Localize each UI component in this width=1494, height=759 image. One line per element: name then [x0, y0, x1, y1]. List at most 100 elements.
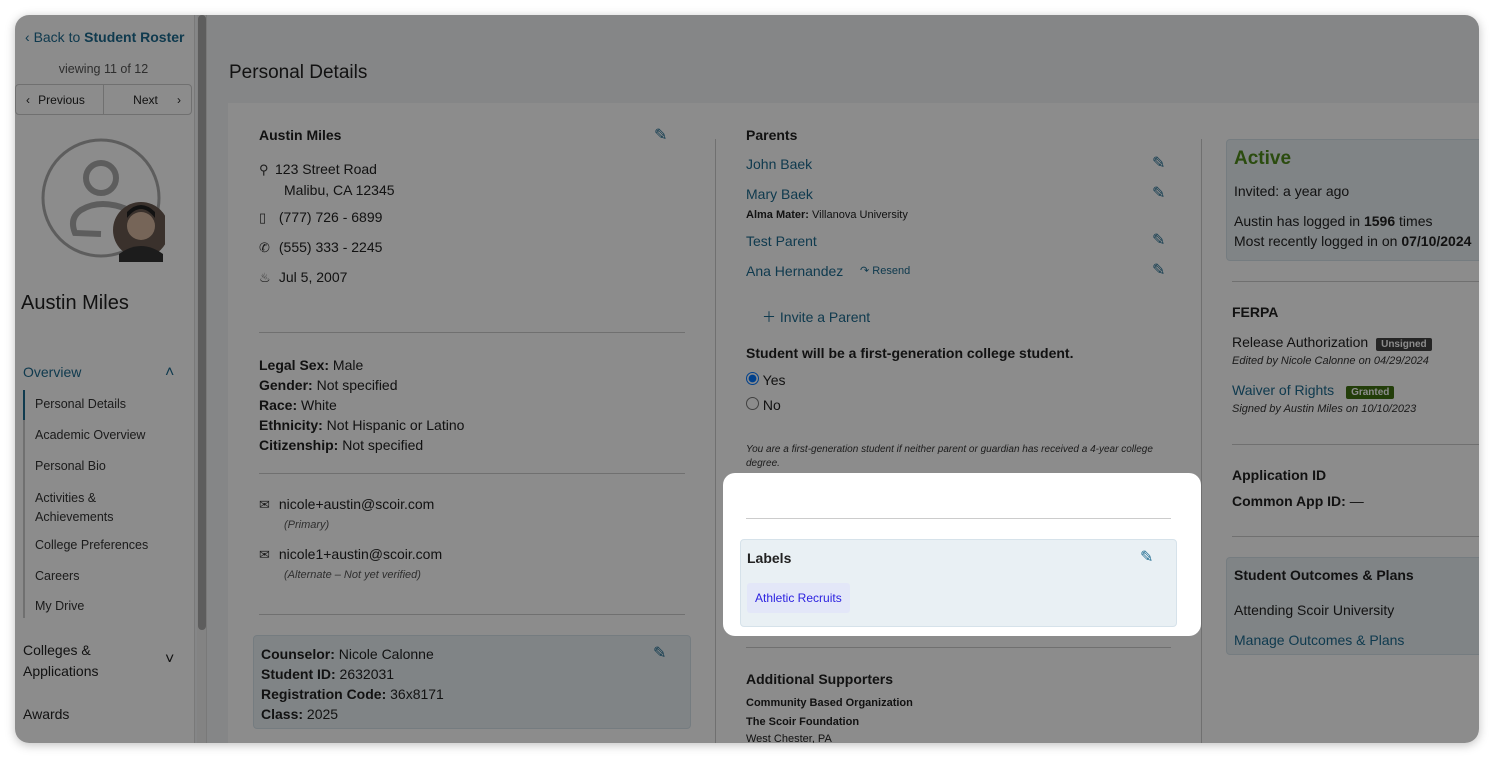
field-row: Registration Code: 36x8171 [261, 686, 444, 702]
supporter-type: Community Based Organization [746, 697, 913, 709]
common-app-id: Common App ID: — [1232, 493, 1364, 509]
radio-no[interactable] [746, 397, 759, 410]
back-to-roster-link[interactable]: ‹ Back to Student Roster [25, 29, 185, 45]
labels-box: Labels ✎ Athletic Recruits [740, 539, 1177, 627]
chevron-down-icon[interactable]: ˅ [165, 651, 174, 669]
firstgen-no-radio[interactable]: No [746, 397, 781, 413]
cake-icon: ♨ [259, 270, 271, 285]
nav-activities[interactable]: Activities & Achievements [35, 489, 114, 527]
login-count: Austin has logged in 1596 times [1234, 213, 1433, 229]
details-card: Austin Miles ✎ ⚲ 123 Street Road Malibu, C… [228, 103, 1479, 743]
nav-active-indicator [23, 390, 25, 420]
chevron-left-icon: ‹ [26, 92, 30, 107]
divider [746, 518, 1171, 519]
sidebar: ‹ Back to Student Roster viewing 11 of 1… [15, 15, 195, 743]
viewing-count: viewing 11 of 12 [58, 62, 149, 76]
demographics: Legal Sex: Male Gender: Not specified Race… [259, 355, 464, 455]
edit-parent-pencil-icon[interactable]: ✎ [1152, 230, 1165, 250]
supporter-location: West Chester, PA [746, 733, 832, 743]
plus-icon: ＋ [762, 309, 776, 325]
previous-button[interactable]: ‹ Previous [16, 85, 104, 114]
field-row: Student ID: 2632031 [261, 666, 395, 682]
page-title: Personal Details [229, 62, 368, 83]
chevron-right-icon: › [177, 92, 181, 107]
application-id-heading: Application ID [1232, 467, 1327, 483]
waiver-link[interactable]: Waiver of Rights [1232, 382, 1334, 398]
parent-link[interactable]: Ana Hernandez [746, 263, 843, 279]
radio-yes[interactable] [746, 372, 759, 385]
divider [1232, 444, 1479, 445]
alma-mater: Alma Mater: Villanova University [746, 209, 908, 221]
recent-login: Most recently logged in on 07/10/2024 [1234, 233, 1472, 249]
redo-arrow-icon: ↷ [860, 265, 870, 277]
nav-careers[interactable]: Careers [35, 569, 79, 583]
mail-icon: ✉ [259, 497, 270, 512]
release-note: Edited by Nicole Calonne on 04/29/2024 [1232, 355, 1429, 367]
divider [746, 647, 1171, 648]
nav-college-preferences[interactable]: College Preferences [35, 538, 148, 552]
edit-parent-pencil-icon[interactable]: ✎ [1152, 153, 1165, 173]
nav-rail [23, 390, 25, 618]
nav-academic-overview[interactable]: Academic Overview [35, 428, 145, 442]
divider [259, 614, 685, 615]
nav-awards[interactable]: Awards [23, 706, 69, 722]
column-divider [715, 139, 716, 743]
attending-text: Attending Scoir University [1234, 602, 1395, 618]
nav-overview[interactable]: Overview [23, 364, 81, 380]
mobile-phone: ▯ (777) 726 - 6899 [259, 209, 383, 225]
edit-contact-pencil-icon[interactable]: ✎ [654, 125, 667, 145]
edit-parent-pencil-icon[interactable]: ✎ [1152, 183, 1165, 203]
edit-labels-pencil-icon[interactable]: ✎ [1140, 547, 1153, 567]
nav-personal-details[interactable]: Personal Details [35, 397, 126, 411]
address: ⚲ 123 Street Road Malibu, CA 12345 [259, 161, 395, 198]
email-primary: ✉ nicole+austin@scoir.com (Primary) [259, 496, 435, 531]
divider [259, 473, 685, 474]
field-row: Ethnicity: Not Hispanic or Latino [259, 417, 465, 433]
resend-invite-button[interactable]: ↷ Resend [860, 264, 910, 277]
manage-outcomes-link[interactable]: Manage Outcomes & Plans [1234, 632, 1404, 648]
avatar [41, 138, 165, 262]
status-active: Active [1234, 148, 1292, 169]
parent-link[interactable]: Test Parent [746, 233, 817, 249]
field-row: Class: 2025 [261, 706, 339, 722]
invited-text: Invited: a year ago [1234, 183, 1350, 199]
chevron-left-icon: ‹ [25, 29, 34, 45]
firstgen-yes-radio[interactable]: Yes [746, 372, 785, 388]
contact-name: Austin Miles [259, 127, 342, 143]
invite-parent-button[interactable]: ＋ Invite a Parent [762, 307, 870, 327]
field-row: Race: White [259, 397, 337, 413]
firstgen-note: You are a first-generation student if ne… [746, 444, 1153, 469]
chevron-up-icon[interactable]: ˄ [165, 364, 174, 382]
field-row: Legal Sex: Male [259, 357, 364, 373]
ferpa-heading: FERPA [1232, 304, 1279, 320]
field-row: Counselor: Nicole Calonne [261, 646, 434, 662]
phone-icon: ✆ [259, 240, 270, 255]
nav-my-drive[interactable]: My Drive [35, 599, 84, 613]
supporters-heading: Additional Supporters [746, 671, 893, 687]
column-divider [1201, 139, 1202, 743]
scrollbar-thumb[interactable] [198, 15, 206, 630]
waiver-note: Signed by Austin Miles on 10/10/2023 [1232, 403, 1417, 415]
supporter-org: The Scoir Foundation [746, 716, 860, 728]
edit-parent-pencil-icon[interactable]: ✎ [1152, 260, 1165, 280]
divider [1232, 536, 1479, 537]
label-tag[interactable]: Athletic Recruits [747, 583, 850, 613]
divider [259, 332, 685, 333]
app-window: ‹ Back to Student Roster viewing 11 of 1… [15, 15, 1479, 743]
roster-pager: ‹ Previous Next › [15, 84, 192, 115]
nav-colleges-applications[interactable]: Colleges & Applications [23, 640, 99, 682]
mail-icon: ✉ [259, 547, 270, 562]
next-button[interactable]: Next › [104, 85, 191, 114]
firstgen-question: Student will be a first-generation colle… [746, 345, 1074, 361]
release-authorization: Release Authorization Unsigned [1232, 334, 1432, 351]
parent-link[interactable]: John Baek [746, 156, 812, 172]
field-row: Citizenship: Not specified [259, 437, 424, 453]
edit-school-pencil-icon[interactable]: ✎ [653, 643, 666, 663]
nav-personal-bio[interactable]: Personal Bio [35, 459, 106, 473]
student-name: Austin Miles [21, 292, 129, 314]
home-phone: ✆ (555) 333 - 2245 [259, 239, 383, 255]
school-info-box: Counselor: Nicole Calonne Student ID: 263… [253, 635, 691, 729]
mobile-icon: ▯ [259, 210, 267, 225]
parent-link[interactable]: Mary Baek [746, 186, 813, 202]
outcomes-box: Student Outcomes & Plans Attending Scoir… [1226, 557, 1479, 655]
